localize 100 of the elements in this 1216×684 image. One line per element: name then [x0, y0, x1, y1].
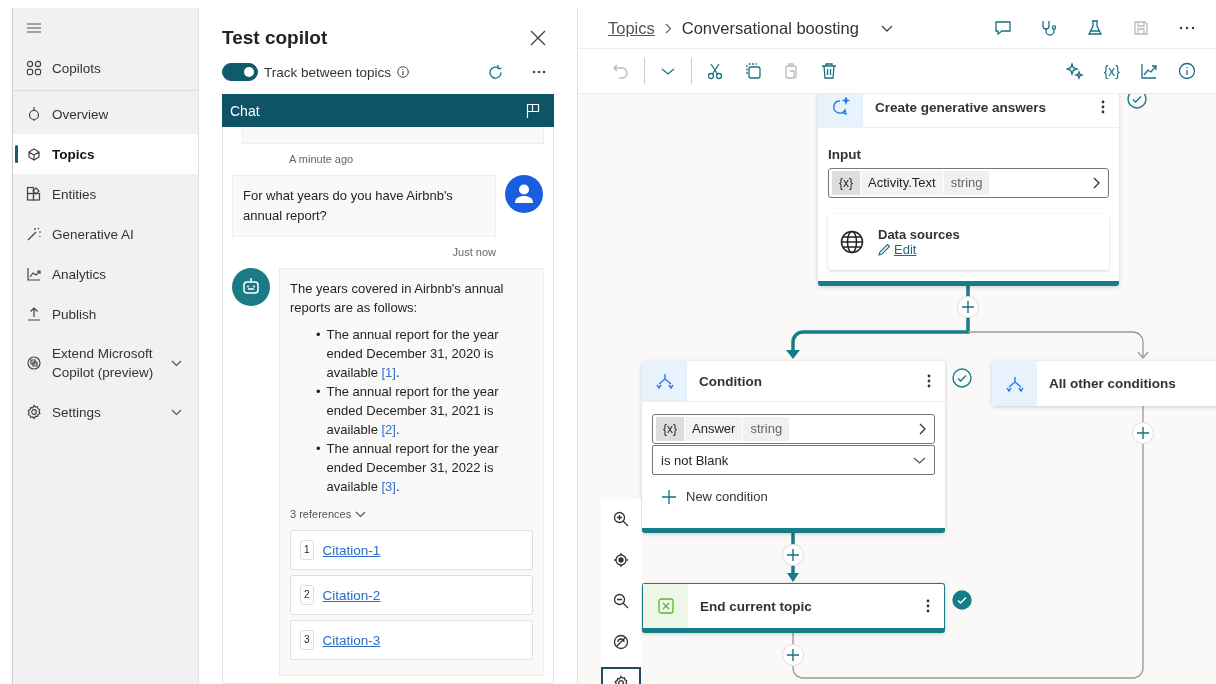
variables-button[interactable]: {x} [1103, 63, 1120, 79]
more-vertical-icon[interactable] [927, 374, 931, 388]
operator-dropdown[interactable]: is not Blank [652, 445, 935, 475]
chevron-right-icon [664, 22, 672, 34]
flow-node-card[interactable]: End current topic [642, 583, 945, 633]
wand-icon [26, 226, 42, 242]
sidebar-item[interactable]: Generative AI [13, 214, 198, 254]
topic-title: Conversational boosting [681, 18, 859, 38]
node-title: Condition [699, 373, 763, 389]
circle-logo-icon [26, 355, 42, 371]
variable-field[interactable]: {x} Answer string [652, 414, 935, 444]
edit-link[interactable]: Edit [894, 242, 917, 257]
list-item: The annual report for the year ended December 31, 2021 is available [2]. [326, 383, 500, 439]
node-title: All other conditions [1049, 376, 1177, 391]
cubes-icon [26, 146, 42, 162]
reference-link[interactable]: [3] [381, 479, 396, 494]
node-title: End current topic [700, 598, 813, 614]
zoom-in-icon[interactable] [613, 511, 629, 527]
more-icon[interactable] [532, 70, 546, 74]
zoom-out-icon[interactable] [613, 593, 629, 609]
sidebar-item[interactable]: Analytics [13, 254, 198, 294]
chat-header-title: Chat [230, 102, 260, 119]
globe-icon [840, 230, 864, 254]
sidebar-item-label: Settings [52, 403, 102, 422]
sparkle-icon[interactable] [1065, 62, 1084, 80]
chevron-down-icon[interactable] [355, 511, 367, 518]
chart-icon[interactable] [1140, 62, 1158, 80]
flag-icon[interactable] [526, 103, 540, 118]
flow-node-card[interactable]: All other conditions [992, 361, 1216, 406]
sidebar-item-label: Entities [52, 185, 98, 204]
branch-icon [655, 373, 674, 389]
sidebar-item[interactable]: Topics [13, 134, 198, 174]
bullet-marker: • [316, 326, 321, 344]
variable-badge: {x} [656, 417, 684, 441]
bullet-marker: • [316, 440, 321, 458]
citation-card[interactable]: 3 Citation-3 [290, 620, 533, 660]
sidebar-item[interactable]: Overview [13, 94, 198, 134]
sidebar-item-label: Analytics [52, 265, 108, 284]
variable-type: string [743, 417, 790, 441]
chevron-down-icon [913, 456, 926, 464]
refresh-icon[interactable] [487, 63, 504, 81]
reference-link[interactable]: [2] [381, 422, 396, 437]
info-icon[interactable] [1178, 62, 1196, 80]
new-condition-button[interactable]: New condition [686, 489, 768, 504]
add-step-button[interactable] [957, 296, 979, 318]
toggle-label: Track between topics [264, 64, 392, 80]
flow-node-card[interactable]: Condition {x} Answer string is not Blank New condition [642, 361, 945, 533]
comment-icon[interactable] [994, 19, 1012, 37]
flask-icon[interactable] [1086, 19, 1104, 37]
variable-field[interactable]: {x} Activity.Text string [828, 168, 1109, 198]
stethoscope-icon[interactable] [1040, 19, 1058, 37]
sidebar-item[interactable]: Settings [13, 392, 198, 432]
target-icon[interactable] [613, 552, 629, 568]
chat-sparkle-icon [830, 97, 851, 117]
message-text: The years covered in Airbnb's annual reports are as follows: [290, 280, 505, 317]
sidebar-item-label: Overview [52, 105, 110, 124]
flow-node-card[interactable]: Create generative answers Input {x} Activity.Text string Data sources Edit [818, 94, 1119, 286]
references-toggle[interactable]: 3 references [290, 505, 352, 524]
sidebar-item-label: Topics [52, 145, 96, 164]
copy-icon[interactable] [744, 62, 762, 80]
user-avatar-icon [505, 175, 543, 213]
citation-link[interactable]: Citation-3 [322, 630, 381, 650]
sidebar-item[interactable]: Entities [13, 174, 198, 214]
delete-icon[interactable] [820, 62, 838, 80]
citation-card[interactable]: 2 Citation-2 [290, 575, 533, 615]
sidebar-item[interactable]: Publish [13, 294, 198, 334]
citation-number: 2 [300, 585, 314, 605]
citation-number: 1 [300, 540, 314, 560]
chart-icon [26, 266, 42, 282]
toggle-switch[interactable] [222, 63, 258, 81]
variable-type: string [943, 171, 990, 195]
breadcrumb-link[interactable]: Topics [608, 18, 655, 38]
citation-link[interactable]: Citation-2 [322, 585, 381, 605]
eye-slash-icon[interactable] [613, 634, 629, 650]
sidebar-item[interactable]: Extend Microsoft Copilot (preview) [13, 334, 198, 392]
chevron-down-icon[interactable] [171, 359, 182, 367]
add-step-button[interactable] [782, 544, 804, 566]
bullet-marker: • [316, 383, 321, 401]
more-vertical-icon[interactable] [1101, 100, 1105, 114]
user-message: For what years do you have Airbnb's annual report? [232, 175, 496, 237]
branch-icon [1005, 375, 1024, 392]
sidebar-item[interactable]: Copilots [13, 48, 198, 88]
close-icon[interactable] [530, 30, 546, 46]
info-icon[interactable] [397, 66, 410, 78]
citation-number: 3 [300, 630, 314, 650]
grid-icon [26, 60, 42, 76]
add-step-button[interactable] [782, 644, 804, 666]
chevron-down-icon[interactable] [880, 24, 893, 32]
pencil-icon [878, 243, 891, 256]
reference-link[interactable]: [1] [381, 365, 396, 380]
cut-icon[interactable] [706, 62, 724, 80]
citation-card[interactable]: 1 Citation-1 [290, 530, 533, 570]
sidebar-item-label: Copilots [52, 59, 102, 78]
message-time: Just now [452, 246, 496, 258]
chevron-down-icon[interactable] [171, 408, 182, 416]
citation-link[interactable]: Citation-1 [322, 540, 381, 560]
add-step-button[interactable] [1132, 422, 1154, 444]
chevron-right-icon [1093, 177, 1100, 189]
more-vertical-icon[interactable] [926, 599, 930, 613]
sidebar-item-label: Extend Microsoft Copilot (preview) [52, 345, 155, 382]
